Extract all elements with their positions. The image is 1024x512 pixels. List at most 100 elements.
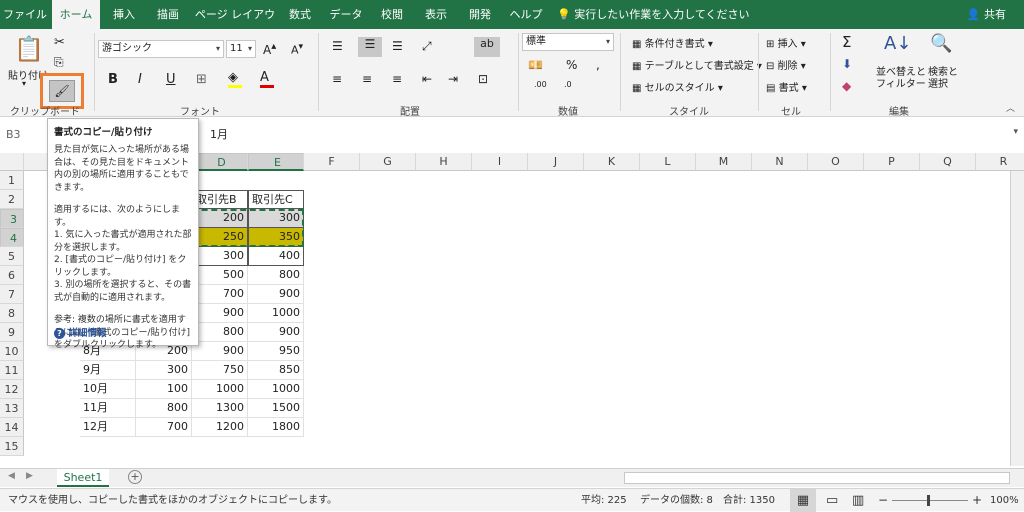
conditional-format-button[interactable]: ▦ 条件付き書式 ▾ [632,35,713,50]
zoom-slider-thumb[interactable] [927,495,930,506]
select-all-corner[interactable] [0,153,24,171]
font-color-icon[interactable]: A [260,70,274,88]
column-header-i[interactable]: I [472,153,528,171]
wrap-text-icon[interactable]: ab [474,37,500,57]
cell-e14[interactable]: 1800 [248,418,304,437]
row-header-9[interactable]: 9 [0,323,24,342]
column-header-d[interactable]: D [192,153,248,171]
page-break-view-icon[interactable]: ▥ [852,489,864,512]
column-header-f[interactable]: F [304,153,360,171]
page-layout-view-icon[interactable]: ▭ [826,489,838,512]
row-header-5[interactable]: 5 [0,247,24,266]
cell-c13[interactable]: 800 [136,399,192,418]
cell-d2[interactable]: 取引先B [192,190,248,209]
fill-color-icon[interactable]: ◈ [228,70,242,88]
number-format-select[interactable]: 標準 ▾ [522,33,614,51]
cell-d8[interactable]: 900 [192,304,248,323]
insert-cells-button[interactable]: ⊞ 挿入 ▾ [766,35,806,50]
tab-data[interactable]: データ [324,0,368,29]
cell-e5[interactable]: 400 [248,247,304,266]
tab-home[interactable]: ホーム [52,0,100,29]
column-header-h[interactable]: H [416,153,472,171]
normal-view-icon[interactable]: ▦ [790,489,816,512]
zoom-slider[interactable] [892,500,968,501]
scroll-left-icon[interactable]: ◀ [8,471,15,481]
cut-icon[interactable]: ✂ [54,35,65,50]
delete-cells-button[interactable]: ⊟ 削除 ▾ [766,57,806,72]
column-header-j[interactable]: J [528,153,584,171]
decrease-font-icon[interactable]: A▾ [291,41,303,57]
cell-c14[interactable]: 700 [136,418,192,437]
tooltip-more-info[interactable]: ? 詳細情報 [54,325,106,339]
row-header-15[interactable]: 15 [0,437,24,456]
find-select-icon[interactable]: 🔍 [930,33,952,54]
cell-d5[interactable]: 300 [192,247,248,266]
align-bottom-icon[interactable]: ☰ [392,39,403,53]
row-header-6[interactable]: 6 [0,266,24,285]
tab-formulas[interactable]: 数式 [280,0,320,29]
cell-e6[interactable]: 800 [248,266,304,285]
expand-formula-icon[interactable]: ▾ [1013,127,1018,137]
tell-me-box[interactable]: 💡 実行したい作業を入力してください [557,0,750,29]
tab-developer[interactable]: 開発 [460,0,500,29]
tab-page-layout[interactable]: ページ レイアウト [194,0,276,50]
cell-d6[interactable]: 500 [192,266,248,285]
row-header-7[interactable]: 7 [0,285,24,304]
sort-filter-icon[interactable]: A↓ [884,33,911,54]
tab-insert[interactable]: 挿入 [104,0,144,29]
font-name-select[interactable]: 游ゴシック ▾ [98,40,224,58]
italic-button[interactable]: I [138,72,142,87]
cell-b11[interactable]: 9月 [80,361,136,380]
row-header-14[interactable]: 14 [0,418,24,437]
tab-review[interactable]: 校閲 [372,0,412,29]
column-header-n[interactable]: N [752,153,808,171]
font-size-select[interactable]: 11 ▾ [226,40,256,58]
row-header-1[interactable]: 1 [0,171,24,190]
formula-input[interactable]: 1月 [210,124,228,146]
column-header-m[interactable]: M [696,153,752,171]
cell-e11[interactable]: 850 [248,361,304,380]
format-cells-button[interactable]: ▤ 書式 ▾ [766,79,807,94]
row-header-11[interactable]: 11 [0,361,24,380]
cell-e12[interactable]: 1000 [248,380,304,399]
tab-file[interactable]: ファイル [2,0,48,29]
underline-button[interactable]: U [166,72,176,87]
cell-styles-button[interactable]: ▦ セルのスタイル ▾ [632,79,723,94]
comma-icon[interactable]: , [596,58,600,72]
orientation-icon[interactable]: ⤢ [422,39,432,54]
find-select-button[interactable]: 検索と 選択 [928,67,958,91]
row-header-13[interactable]: 13 [0,399,24,418]
column-header-k[interactable]: K [584,153,640,171]
share-button[interactable]: 👤 共有 [967,0,1006,29]
cell-b12[interactable]: 10月 [80,380,136,399]
tab-view[interactable]: 表示 [416,0,456,29]
cell-d10[interactable]: 900 [192,342,248,361]
cell-e7[interactable]: 900 [248,285,304,304]
sort-filter-button[interactable]: 並べ替えと フィルター [876,67,926,91]
autosum-button[interactable]: Σ [842,33,851,51]
cell-e2[interactable]: 取引先C [248,190,304,209]
column-header-g[interactable]: G [360,153,416,171]
cell-e8[interactable]: 1000 [248,304,304,323]
format-painter-icon[interactable]: 🖌 [49,80,75,102]
column-header-p[interactable]: P [864,153,920,171]
row-header-2[interactable]: 2 [0,190,24,209]
row-header-8[interactable]: 8 [0,304,24,323]
zoom-in-icon[interactable]: + [972,489,982,512]
align-center-icon[interactable]: ≡ [362,72,372,86]
cell-c12[interactable]: 100 [136,380,192,399]
cell-d13[interactable]: 1300 [192,399,248,418]
column-header-l[interactable]: L [640,153,696,171]
copy-icon[interactable]: ⎘ [54,55,64,70]
increase-font-icon[interactable]: A▴ [263,41,276,57]
bold-button[interactable]: B [108,72,118,87]
fill-down-icon[interactable]: ⬇ [842,57,852,71]
sheet-tab-sheet1[interactable]: Sheet1 [57,469,109,487]
cell-d11[interactable]: 750 [192,361,248,380]
cell-b14[interactable]: 12月 [80,418,136,437]
cell-e9[interactable]: 900 [248,323,304,342]
borders-icon[interactable]: ⊞ [196,72,207,87]
cell-e13[interactable]: 1500 [248,399,304,418]
scroll-right-icon[interactable]: ▶ [26,471,33,481]
cell-d12[interactable]: 1000 [192,380,248,399]
